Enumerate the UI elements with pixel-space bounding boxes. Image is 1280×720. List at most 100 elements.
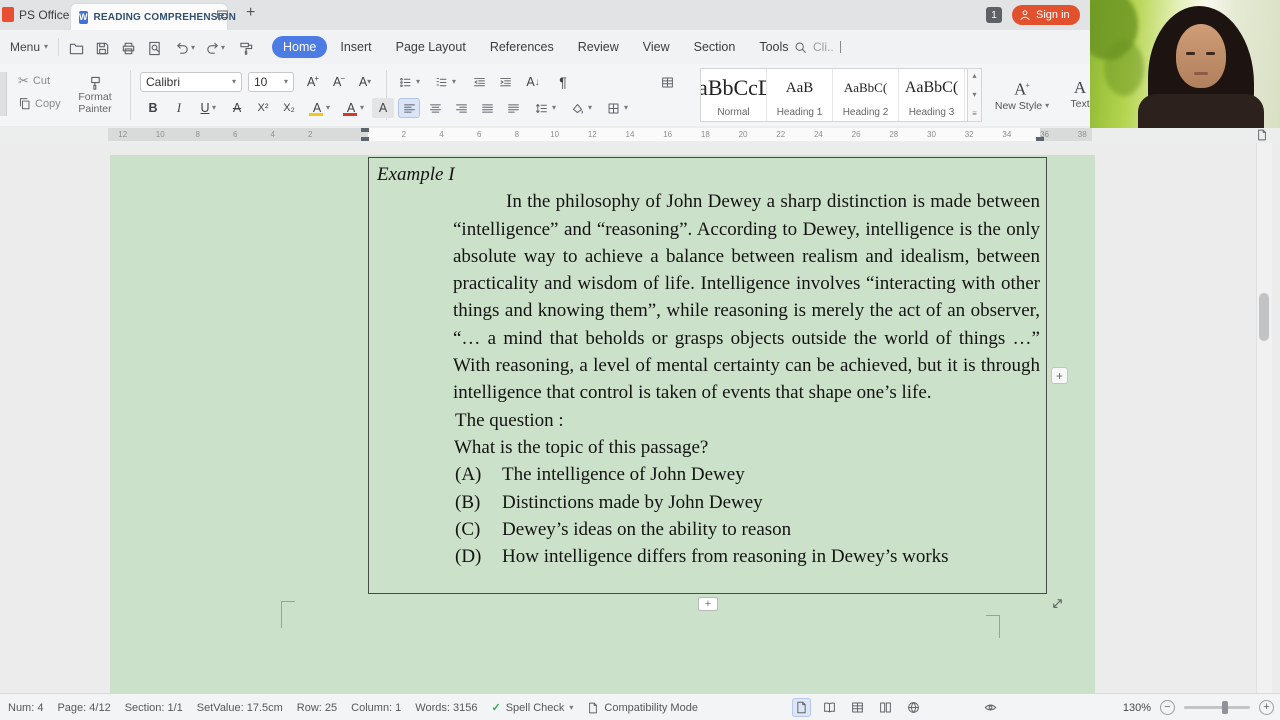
cut-button[interactable]: ✂ Cut <box>18 73 50 89</box>
document-tab[interactable]: W READING COMPREHENSION <box>70 3 236 30</box>
text-box[interactable]: Example I In the philosophy of John Dewe… <box>368 157 1047 594</box>
ribbon-tab[interactable]: Tools <box>748 36 799 58</box>
new-tab-button[interactable]: + <box>246 4 255 22</box>
status-item: Column: 1 <box>351 701 402 714</box>
ribbon-tab[interactable]: Insert <box>329 36 382 58</box>
example-heading: Example I <box>377 164 455 185</box>
ribbon-tab[interactable]: Page Layout <box>385 36 477 58</box>
zoom-in-button[interactable]: + <box>1259 700 1274 715</box>
align-center-button[interactable] <box>424 98 446 118</box>
style-preset[interactable]: AaBbC( Heading 3 <box>899 69 965 121</box>
save-button[interactable] <box>92 38 112 58</box>
font-color-button[interactable]: A <box>340 98 362 118</box>
increase-indent-button[interactable] <box>494 72 516 92</box>
insert-table-grid-button[interactable] <box>656 72 678 92</box>
vertical-scrollbar[interactable] <box>1256 143 1272 693</box>
zoom-slider-thumb[interactable] <box>1222 701 1228 714</box>
ribbon-tab[interactable]: Home <box>272 36 328 58</box>
subscript-button[interactable]: X₂ <box>278 98 300 118</box>
distribute-button[interactable] <box>502 98 524 118</box>
ribbon-tab[interactable]: References <box>479 36 565 58</box>
zoom-out-button[interactable]: − <box>1160 700 1175 715</box>
bullets-button[interactable] <box>394 72 416 92</box>
insert-paragraph-below-button[interactable]: + <box>698 597 718 611</box>
scroll-up-icon[interactable]: ▴ <box>972 72 976 80</box>
ruler-toggle-icon[interactable] <box>1256 129 1268 141</box>
shrink-font-button[interactable]: A − <box>328 72 350 92</box>
redo-button[interactable] <box>202 38 222 58</box>
char-shading-button[interactable]: A <box>372 98 394 118</box>
ribbon-tab[interactable]: Section <box>683 36 747 58</box>
more-styles-icon[interactable]: ≡ <box>972 110 977 118</box>
italic-button[interactable]: I <box>168 98 190 118</box>
font-size-select[interactable]: 10 ▾ <box>248 72 294 92</box>
borders-dropdown-icon[interactable]: ▾ <box>624 104 628 112</box>
highlight-dropdown-icon[interactable]: ▾ <box>326 104 330 112</box>
copy-button[interactable]: Copy <box>18 97 61 110</box>
undo-dropdown-icon[interactable]: ▾ <box>191 44 195 52</box>
sign-in-button[interactable]: Sign in <box>1012 5 1080 25</box>
underline-dropdown-icon[interactable]: ▾ <box>212 104 216 112</box>
first-line-indent-marker[interactable] <box>361 128 369 132</box>
eye-protection-button[interactable] <box>981 698 1000 717</box>
align-right-button[interactable] <box>450 98 472 118</box>
notification-badge[interactable]: 1 <box>986 7 1002 23</box>
bold-button[interactable]: B <box>142 98 164 118</box>
style-preset[interactable]: AaBbCcDd Normal <box>701 69 767 121</box>
format-roller-button[interactable] <box>236 38 256 58</box>
add-content-handle[interactable]: + <box>1051 367 1068 384</box>
scrollbar-thumb[interactable] <box>1259 293 1269 341</box>
styles-gallery-scroll[interactable]: ▴ ▾ ≡ <box>968 68 982 122</box>
numbering-dropdown-icon[interactable]: ▾ <box>452 78 456 86</box>
shading-dropdown-icon[interactable]: ▾ <box>588 104 592 112</box>
superscript-button[interactable]: X² <box>252 98 274 118</box>
column-view-button[interactable] <box>876 698 895 717</box>
format-painter-button[interactable]: Format Painter <box>66 69 124 121</box>
read-mode-button[interactable] <box>820 698 839 717</box>
redo-dropdown-icon[interactable]: ▾ <box>221 44 225 52</box>
web-layout-view-button[interactable] <box>904 698 923 717</box>
new-style-button[interactable]: A+ New Style ▾ <box>990 68 1054 122</box>
spell-check-button[interactable]: ✓ Spell Check ▾ <box>491 701 573 715</box>
bullets-dropdown-icon[interactable]: ▾ <box>416 78 420 86</box>
ribbon-tab[interactable]: View <box>632 36 681 58</box>
zoom-slider[interactable] <box>1184 701 1250 714</box>
borders-button[interactable] <box>602 98 624 118</box>
font-color-dropdown-icon[interactable]: ▾ <box>360 104 364 112</box>
grow-font-button[interactable]: A + <box>302 72 324 92</box>
paste-button-partial[interactable] <box>0 72 7 116</box>
ribbon-search[interactable]: Cli.. <box>794 40 841 54</box>
ribbon-tab[interactable]: Review <box>567 36 630 58</box>
comments-icon[interactable] <box>212 5 232 25</box>
justify-button[interactable] <box>476 98 498 118</box>
clear-format-button[interactable]: A ▾ <box>354 72 376 92</box>
font-family-select[interactable]: Calibri ▾ <box>140 72 242 92</box>
compatibility-mode-indicator[interactable]: Compatibility Mode <box>587 702 698 714</box>
wps-logo <box>2 7 14 22</box>
menu-button[interactable]: Menu ▾ <box>10 40 48 54</box>
hanging-indent-marker[interactable] <box>361 137 369 141</box>
align-left-button[interactable] <box>398 98 420 118</box>
style-preset[interactable]: AaB Heading 1 <box>767 69 833 121</box>
print-layout-view-button[interactable] <box>791 698 811 717</box>
scroll-down-icon[interactable]: ▾ <box>972 91 976 99</box>
numbering-button[interactable] <box>430 72 452 92</box>
style-preset[interactable]: AaBbC( Heading 2 <box>833 69 899 121</box>
line-spacing-dropdown-icon[interactable]: ▾ <box>552 104 556 112</box>
thumbnail-view-button[interactable] <box>848 698 867 717</box>
undo-button[interactable] <box>172 38 192 58</box>
horizontal-ruler[interactable]: 12 10 8 6 4 2 2 4 6 8 10 12 14 16 18 20 22 24 26 28 30 32 34 3… <box>0 126 1280 144</box>
decrease-indent-button[interactable] <box>468 72 490 92</box>
print-button[interactable] <box>118 38 138 58</box>
print-preview-button[interactable] <box>144 38 164 58</box>
open-file-button[interactable] <box>66 38 86 58</box>
resize-diagonal-icon[interactable] <box>1050 596 1065 611</box>
zoom-level-label[interactable]: 130% <box>1123 702 1151 714</box>
sort-button[interactable]: A ↓ <box>522 72 544 92</box>
strikethrough-button[interactable]: A <box>226 98 248 118</box>
highlight-color-button[interactable]: A <box>306 98 328 118</box>
shading-fill-button[interactable] <box>566 98 588 118</box>
show-marks-button[interactable]: ¶ <box>552 72 574 92</box>
right-indent-marker[interactable] <box>1036 137 1044 141</box>
line-spacing-button[interactable] <box>530 98 552 118</box>
